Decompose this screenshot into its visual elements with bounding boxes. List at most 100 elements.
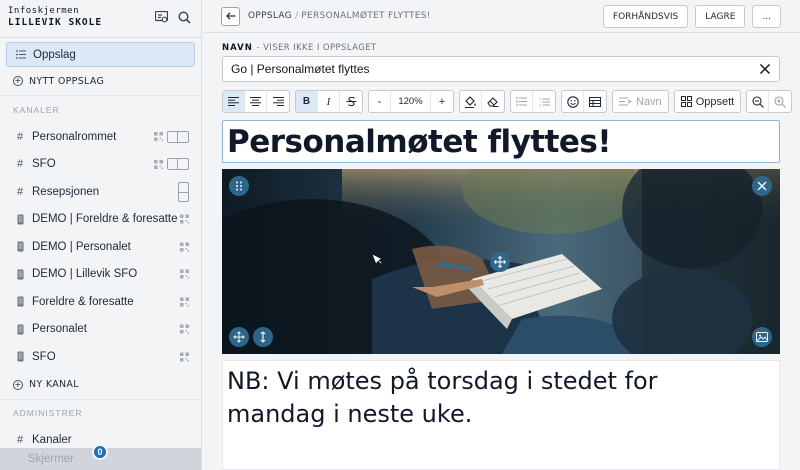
save-button[interactable]: LAGRE — [695, 5, 746, 28]
close-icon[interactable] — [752, 176, 772, 196]
numbered-list-icon[interactable]: 12 — [533, 91, 555, 112]
screen-portrait-icon[interactable] — [178, 181, 189, 202]
list-icon — [14, 50, 28, 59]
screen-orientation-toggle[interactable] — [167, 130, 189, 143]
post-image[interactable] — [222, 169, 780, 354]
editor-main: OPPSLAG / PERSONALMØTET FLYTTES! FORHÅNDSV… — [203, 0, 800, 470]
italic-button[interactable]: I — [318, 91, 340, 112]
qr-code-icon[interactable] — [180, 269, 189, 279]
name-label: NAVN - VISER IKKE I OPPSLAGET — [222, 43, 377, 53]
svg-text:2: 2 — [539, 102, 542, 107]
move-icon[interactable] — [490, 252, 510, 272]
plus-circle-icon: + — [13, 76, 23, 86]
breadcrumb-current: PERSONALMØTET FLYTTES! — [301, 11, 431, 21]
phone-icon — [13, 351, 27, 362]
screen-orientation-toggle[interactable] — [167, 158, 189, 171]
fill-color-icon[interactable] — [460, 91, 482, 112]
resize-both-icon[interactable] — [229, 327, 249, 347]
new-channel-button[interactable]: + NY KANAL — [0, 371, 201, 399]
align-right-icon[interactable] — [267, 91, 289, 112]
body-editor[interactable]: NB: Vi møtes på torsdag i stedet for man… — [222, 360, 780, 470]
zoom-in-button[interactable]: + — [431, 91, 453, 112]
qr-code-icon[interactable] — [180, 242, 189, 252]
bullet-list-icon[interactable] — [511, 91, 533, 112]
sidebar-channel-item[interactable]: DEMO | Personalet — [0, 233, 201, 261]
eraser-icon[interactable] — [482, 91, 504, 112]
zoom-level: 120% — [391, 91, 431, 112]
hash-icon: # — [16, 130, 24, 143]
body-line-2: mandag i neste uke. — [227, 400, 473, 428]
plus-circle-icon: + — [13, 379, 23, 390]
sidebar-channel-item[interactable]: DEMO | Foreldre & foresatte — [0, 206, 201, 234]
sidebar-item-label: SFO — [32, 158, 56, 171]
format-toolbar: B I - 120% + 12 Navn Oppsett — [222, 89, 793, 114]
qr-code-icon[interactable] — [154, 132, 163, 142]
sidebar-item-oppslag[interactable]: Oppslag — [6, 42, 195, 67]
qr-code-icon[interactable] — [180, 214, 189, 224]
resize-vertical-icon[interactable] — [253, 327, 273, 347]
table-icon[interactable] — [584, 91, 606, 112]
preview-button[interactable]: FORHÅNDSVIS — [602, 5, 689, 28]
grid-icon — [680, 96, 692, 107]
sidebar-channel-item[interactable]: SFO — [0, 343, 201, 371]
bold-button[interactable]: B — [296, 91, 318, 112]
notification-badge[interactable]: 0 — [92, 444, 108, 460]
sidebar: Infoskjermen LILLEVIK SKOLE Oppslag + NY… — [0, 0, 202, 470]
qr-code-icon[interactable] — [180, 324, 189, 334]
sidebar-item-label: Personalrommet — [32, 130, 117, 143]
hash-icon: # — [16, 185, 24, 198]
name-input[interactable]: Go | Personalmøtet flyttes — [222, 56, 780, 82]
new-post-button[interactable]: + NYTT OPPSLAG — [0, 67, 201, 95]
image-icon[interactable] — [752, 327, 772, 347]
zoom-out-button[interactable]: - — [369, 91, 391, 112]
sidebar-item-label: Oppslag — [33, 48, 76, 61]
back-button[interactable] — [221, 6, 240, 26]
clear-icon[interactable] — [758, 62, 772, 76]
phone-icon — [13, 324, 27, 335]
qr-code-icon[interactable] — [180, 352, 189, 362]
breadcrumb-root[interactable]: OPPSLAG — [248, 11, 292, 21]
body-line-1: NB: Vi møtes på torsdag i stedet for — [227, 367, 658, 395]
breadcrumb: OPPSLAG / PERSONALMØTET FLYTTES! — [248, 11, 431, 21]
qr-code-icon[interactable] — [180, 297, 189, 307]
admin-heading: ADMINISTRER — [0, 398, 201, 427]
top-bar: OPPSLAG / PERSONALMØTET FLYTTES! FORHÅNDSV… — [203, 0, 800, 33]
channels-heading: KANALER — [0, 95, 201, 123]
phone-icon — [13, 296, 27, 307]
zoom-in-icon[interactable] — [769, 91, 791, 112]
layout-button[interactable]: Oppsett — [675, 91, 741, 112]
align-center-icon[interactable] — [245, 91, 267, 112]
search-icon[interactable] — [177, 10, 191, 24]
sidebar-channel-item[interactable]: Foreldre & foresatte — [0, 288, 201, 316]
sidebar-channel-item[interactable]: # SFO — [0, 151, 201, 179]
sidebar-item-label: SFO — [32, 350, 56, 363]
name-tag-icon — [619, 97, 632, 105]
sidebar-item-label: Kanaler — [32, 434, 72, 447]
screen-settings-icon[interactable] — [154, 10, 168, 24]
title-editor[interactable]: Personalmøtet flyttes! — [222, 120, 780, 163]
more-button[interactable]: ... — [752, 5, 781, 28]
strikethrough-icon[interactable] — [340, 91, 362, 112]
post-title: Personalmøtet flyttes! — [227, 123, 612, 160]
sidebar-channel-item[interactable]: # Resepsjonen — [0, 178, 201, 206]
sidebar-channel-item[interactable]: Personalet — [0, 316, 201, 344]
sidebar-channel-item[interactable]: # Personalrommet — [0, 123, 201, 151]
sidebar-channel-item[interactable]: DEMO | Lillevik SFO — [0, 261, 201, 289]
zoom-out-icon[interactable] — [747, 91, 770, 112]
hash-icon: # — [16, 434, 24, 447]
sidebar-item-label: DEMO | Personalet — [32, 240, 131, 253]
sidebar-item-label: Personalet — [32, 323, 87, 336]
drag-handle-icon[interactable] — [229, 176, 249, 196]
hash-icon: # — [16, 158, 24, 171]
brand: Infoskjermen LILLEVIK SKOLE — [0, 0, 201, 36]
svg-text:1: 1 — [539, 97, 542, 102]
phone-icon — [13, 241, 27, 252]
align-left-icon[interactable] — [223, 91, 245, 112]
emoji-icon[interactable] — [562, 91, 584, 112]
arrow-left-icon — [225, 12, 235, 20]
name-toggle-button[interactable]: Navn — [613, 91, 668, 112]
sidebar-item-label: Foreldre & foresatte — [32, 295, 134, 308]
sidebar-item-label: Resepsjonen — [32, 185, 100, 198]
qr-code-icon[interactable] — [154, 159, 163, 169]
sidebar-item-label: DEMO | Lillevik SFO — [32, 268, 138, 281]
